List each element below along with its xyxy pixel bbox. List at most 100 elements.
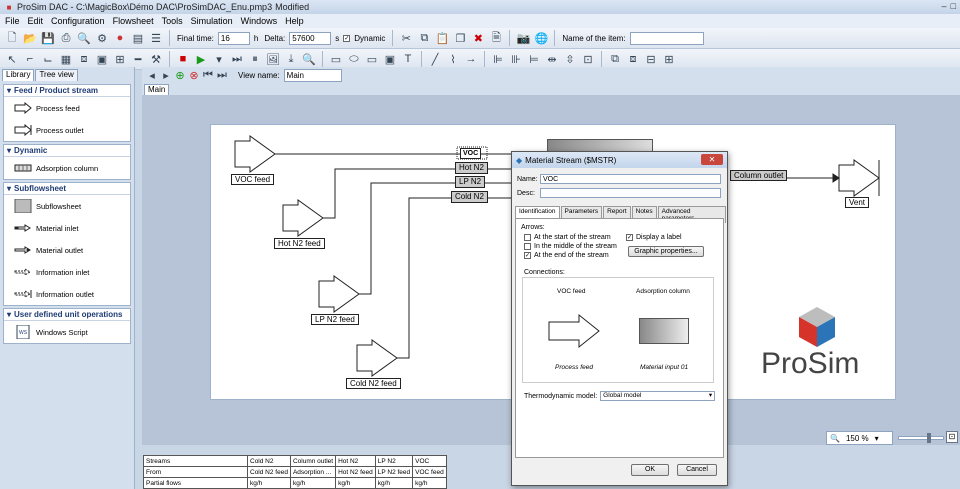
menu-windows[interactable]: Windows — [241, 16, 278, 26]
zoom-icon[interactable]: 🔍 — [301, 51, 317, 67]
voc-feed-label[interactable]: VOC feed — [231, 174, 275, 185]
align-right-icon[interactable]: ⊨ — [526, 51, 542, 67]
delete-icon[interactable]: ✖ — [470, 30, 486, 46]
tab-library[interactable]: Library — [2, 69, 35, 81]
polyline-icon[interactable]: ⌇ — [445, 51, 461, 67]
collapse-icon[interactable]: ▾ — [7, 310, 11, 319]
step-icon[interactable]: ⏭ — [229, 51, 245, 67]
arrow-icon[interactable]: → — [463, 51, 479, 67]
text-icon[interactable]: T — [400, 51, 416, 67]
menu-edit[interactable]: Edit — [28, 16, 44, 26]
remove-view-icon[interactable]: ⊗ — [188, 67, 200, 83]
textbox-icon[interactable]: ▭ — [364, 51, 380, 67]
collapse-icon[interactable]: ▾ — [7, 146, 11, 155]
voc-stream-label[interactable]: VOC — [460, 148, 482, 159]
picture-icon[interactable]: ▣ — [382, 51, 398, 67]
library-item-adsorption-column[interactable]: Adsorption column — [4, 157, 130, 179]
display-label-option[interactable]: ✓ Display a label — [626, 234, 682, 241]
paste-icon[interactable]: 📋 — [434, 30, 450, 46]
library-item-process-outlet[interactable]: Process outlet — [4, 119, 130, 141]
run-icon[interactable]: ● — [112, 30, 128, 46]
calculator-icon[interactable]: ▣ — [94, 51, 110, 67]
view-name-input[interactable] — [283, 68, 342, 82]
menu-configuration[interactable]: Configuration — [51, 16, 105, 26]
menu-file[interactable]: File — [5, 16, 20, 26]
align-left-icon[interactable]: ⊫ — [490, 51, 506, 67]
collapse-icon[interactable]: ▾ — [7, 86, 11, 95]
thermo-model-select[interactable]: Global model ▾ — [600, 391, 716, 401]
name-of-item-input[interactable] — [629, 31, 704, 45]
hot-n2-stream-label[interactable]: Hot N2 — [455, 162, 488, 174]
network-icon[interactable]: 🌐 — [533, 30, 549, 46]
library-item-material-inlet[interactable]: Material inlet — [4, 217, 130, 239]
final-time-input[interactable] — [217, 31, 250, 45]
camera-icon[interactable]: 📷 — [515, 30, 531, 46]
menu-tools[interactable]: Tools — [162, 16, 183, 26]
fit-page-icon[interactable]: ⊡ — [946, 431, 958, 443]
connect-info-icon[interactable]: ⌙ — [40, 51, 56, 67]
graphic-properties-button[interactable]: Graphic properties... — [628, 246, 704, 257]
pause-icon[interactable]: ⏸ — [247, 51, 263, 67]
line-icon[interactable]: ╱ — [427, 51, 443, 67]
document-icon[interactable]: 🗎 — [488, 30, 504, 46]
collapse-icon[interactable]: ▾ — [7, 184, 11, 193]
hot-n2-feed-label[interactable]: Hot N2 feed — [274, 238, 325, 249]
library-item-windows-script[interactable]: WS Windows Script — [4, 321, 130, 343]
ungroup-icon[interactable]: ⊞ — [661, 51, 677, 67]
lp-n2-stream-label[interactable]: LP N2 — [455, 176, 486, 188]
cancel-button[interactable]: Cancel — [677, 464, 717, 476]
same-size-icon[interactable]: ⊡ — [580, 51, 596, 67]
process-feed-preview-icon[interactable] — [547, 313, 601, 349]
dynamic-checkbox[interactable]: ✓ — [343, 34, 351, 42]
cold-n2-stream-label[interactable]: Cold N2 — [451, 191, 488, 203]
new-icon[interactable]: 🗋 — [4, 30, 20, 46]
distribute-v-icon[interactable]: ⇳ — [562, 51, 578, 67]
minimize-icon[interactable]: – — [942, 1, 947, 11]
forward-icon[interactable]: ▸ — [160, 67, 172, 83]
arrow-start-checkbox[interactable] — [524, 234, 531, 241]
display-label-checkbox[interactable]: ✓ — [626, 234, 633, 241]
play-dropdown-icon[interactable]: ▾ — [211, 51, 227, 67]
send-back-icon[interactable]: ⧈ — [625, 51, 641, 67]
menu-help[interactable]: Help — [285, 16, 304, 26]
arrow-start-option[interactable]: At the start of the stream — [524, 234, 611, 241]
zoom-slider[interactable] — [898, 433, 944, 443]
zoom-slider-thumb[interactable] — [927, 433, 931, 443]
image-icon[interactable]: 🖼 — [265, 51, 281, 67]
duplicate-icon[interactable]: ❐ — [452, 30, 468, 46]
last-view-icon[interactable]: ⏭ — [216, 67, 228, 83]
cold-n2-feed-label[interactable]: Cold N2 feed — [346, 378, 401, 389]
line-style-icon[interactable]: ━ — [130, 51, 146, 67]
library-item-subflowsheet[interactable]: Subflowsheet — [4, 195, 130, 217]
maximize-icon[interactable]: □ — [951, 1, 956, 11]
open-icon[interactable]: 📂 — [22, 30, 38, 46]
stop-icon[interactable]: ■ — [175, 51, 191, 67]
close-icon[interactable]: ✕ — [701, 154, 723, 165]
group-icon[interactable]: ⊟ — [643, 51, 659, 67]
ellipse-icon[interactable]: ⬭ — [346, 51, 362, 67]
settings-icon[interactable]: ⚙ — [94, 30, 110, 46]
bring-front-icon[interactable]: ⧉ — [607, 51, 623, 67]
desc-input[interactable] — [540, 188, 721, 198]
arrow-middle-checkbox[interactable] — [524, 243, 531, 250]
column-outlet-label[interactable]: Column outlet — [730, 170, 788, 181]
save-icon[interactable]: 💾 — [40, 30, 56, 46]
preview-icon[interactable]: 🔍 — [76, 30, 92, 46]
unit-icon[interactable]: ⧈ — [76, 51, 92, 67]
ok-button[interactable]: OK — [631, 464, 669, 476]
arrow-end-checkbox[interactable]: ✓ — [524, 252, 531, 259]
play-icon[interactable]: ▶ — [193, 51, 209, 67]
tools-icon[interactable]: ⚒ — [148, 51, 164, 67]
grid-icon[interactable]: ▦ — [58, 51, 74, 67]
adsorption-column-preview-icon[interactable] — [639, 318, 689, 344]
vent-label[interactable]: Vent — [845, 197, 870, 208]
rectangle-icon[interactable]: ▭ — [328, 51, 344, 67]
chart-icon[interactable]: ▤ — [130, 30, 146, 46]
report-icon[interactable]: ☰ — [148, 30, 164, 46]
select-pointer-icon[interactable]: ↖ — [4, 51, 20, 67]
export-icon[interactable]: ⤓ — [283, 51, 299, 67]
align-center-icon[interactable]: ⊪ — [508, 51, 524, 67]
copy-icon[interactable]: ⧉ — [416, 30, 432, 46]
menu-flowsheet[interactable]: Flowsheet — [113, 16, 154, 26]
cut-icon[interactable]: ✂ — [398, 30, 414, 46]
